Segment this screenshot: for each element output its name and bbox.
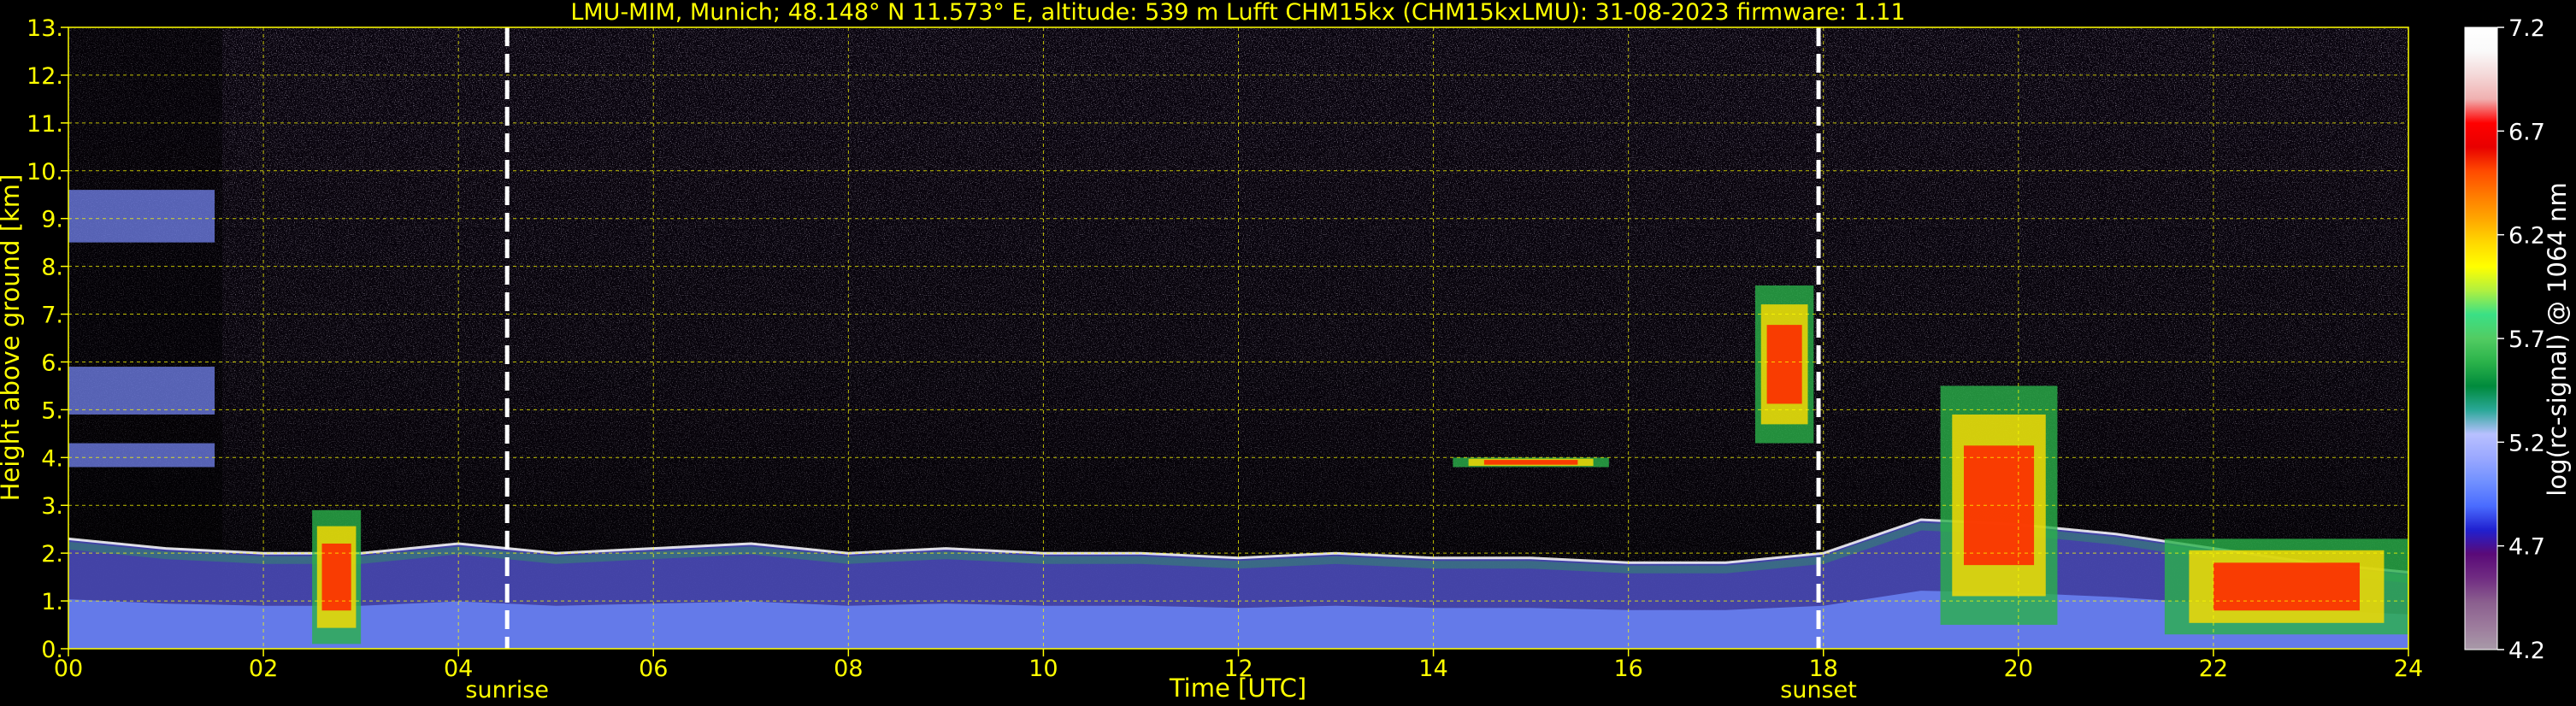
y-tick-label: 9. [41, 207, 63, 233]
x-tick-label: 10 [1029, 656, 1058, 682]
y-tick-label: 12. [27, 63, 63, 90]
x-tick-label: 02 [249, 656, 278, 682]
colorbar-label: log(rc-signal) @ 1064 nm [2543, 182, 2572, 496]
aerosol-layer-3 [68, 443, 215, 468]
y-tick-label: 0. [41, 637, 63, 663]
y-tick-label: 10. [27, 159, 63, 185]
aerosol-layer-2 [68, 190, 215, 243]
ceilometer-chart: sunrise sunset 00 02 04 06 08 10 12 14 16 18 20 22 24… [0, 0, 2576, 706]
cloud-center-4 [1483, 460, 1578, 465]
aerosol-layer-1 [68, 367, 215, 415]
x-tick-label: 04 [444, 656, 473, 682]
y-tick-label: 2. [41, 541, 63, 568]
x-tick-label: 24 [2394, 656, 2423, 682]
x-tick-label: 14 [1418, 656, 1447, 682]
x-tick-label: 16 [1613, 656, 1642, 682]
y-tick-label: 5. [41, 397, 63, 424]
sunrise-label: sunrise [465, 677, 549, 703]
colorbar-tick-label: 4.2 [2508, 638, 2545, 664]
x-axis-label: Time [UTC] [1169, 674, 1306, 703]
y-tick-label: 6. [41, 350, 63, 376]
colorbar-scale [2464, 26, 2498, 650]
y-axis-label: Height above ground [km] [0, 174, 25, 502]
y-tick-label: 7. [41, 303, 63, 329]
y-tick-label: 1. [41, 589, 63, 615]
cloud-center-5 [1766, 325, 1802, 404]
y-tick-label: 3. [41, 493, 63, 520]
cloud-center-8 [321, 543, 351, 611]
y-tick-label: 8. [41, 255, 63, 281]
colorbar-tick-label: 4.7 [2508, 534, 2545, 561]
colorbar-tick-label: 6.2 [2508, 223, 2545, 250]
x-tick-label: 18 [1809, 656, 1838, 682]
colorbar-tick-label: 5.7 [2508, 327, 2545, 353]
colorbar-tick-label: 5.2 [2508, 430, 2545, 456]
x-tick-label: 20 [2004, 656, 2033, 682]
colorbar-tick-label: 7.2 [2508, 15, 2545, 42]
chart-title: LMU-MIM, Munich; 48.148° N 11.573° E, al… [570, 0, 1905, 26]
y-tick-label: 11. [27, 111, 63, 138]
x-tick-label: 22 [2199, 656, 2228, 682]
x-tick-label: 06 [639, 656, 668, 682]
y-tick-label: 13. [27, 15, 63, 42]
colorbar-tick-label: 6.7 [2508, 119, 2545, 145]
cloud-center-7 [2213, 562, 2360, 611]
x-tick-label: 08 [834, 656, 863, 682]
y-tick-label: 4. [41, 445, 63, 472]
